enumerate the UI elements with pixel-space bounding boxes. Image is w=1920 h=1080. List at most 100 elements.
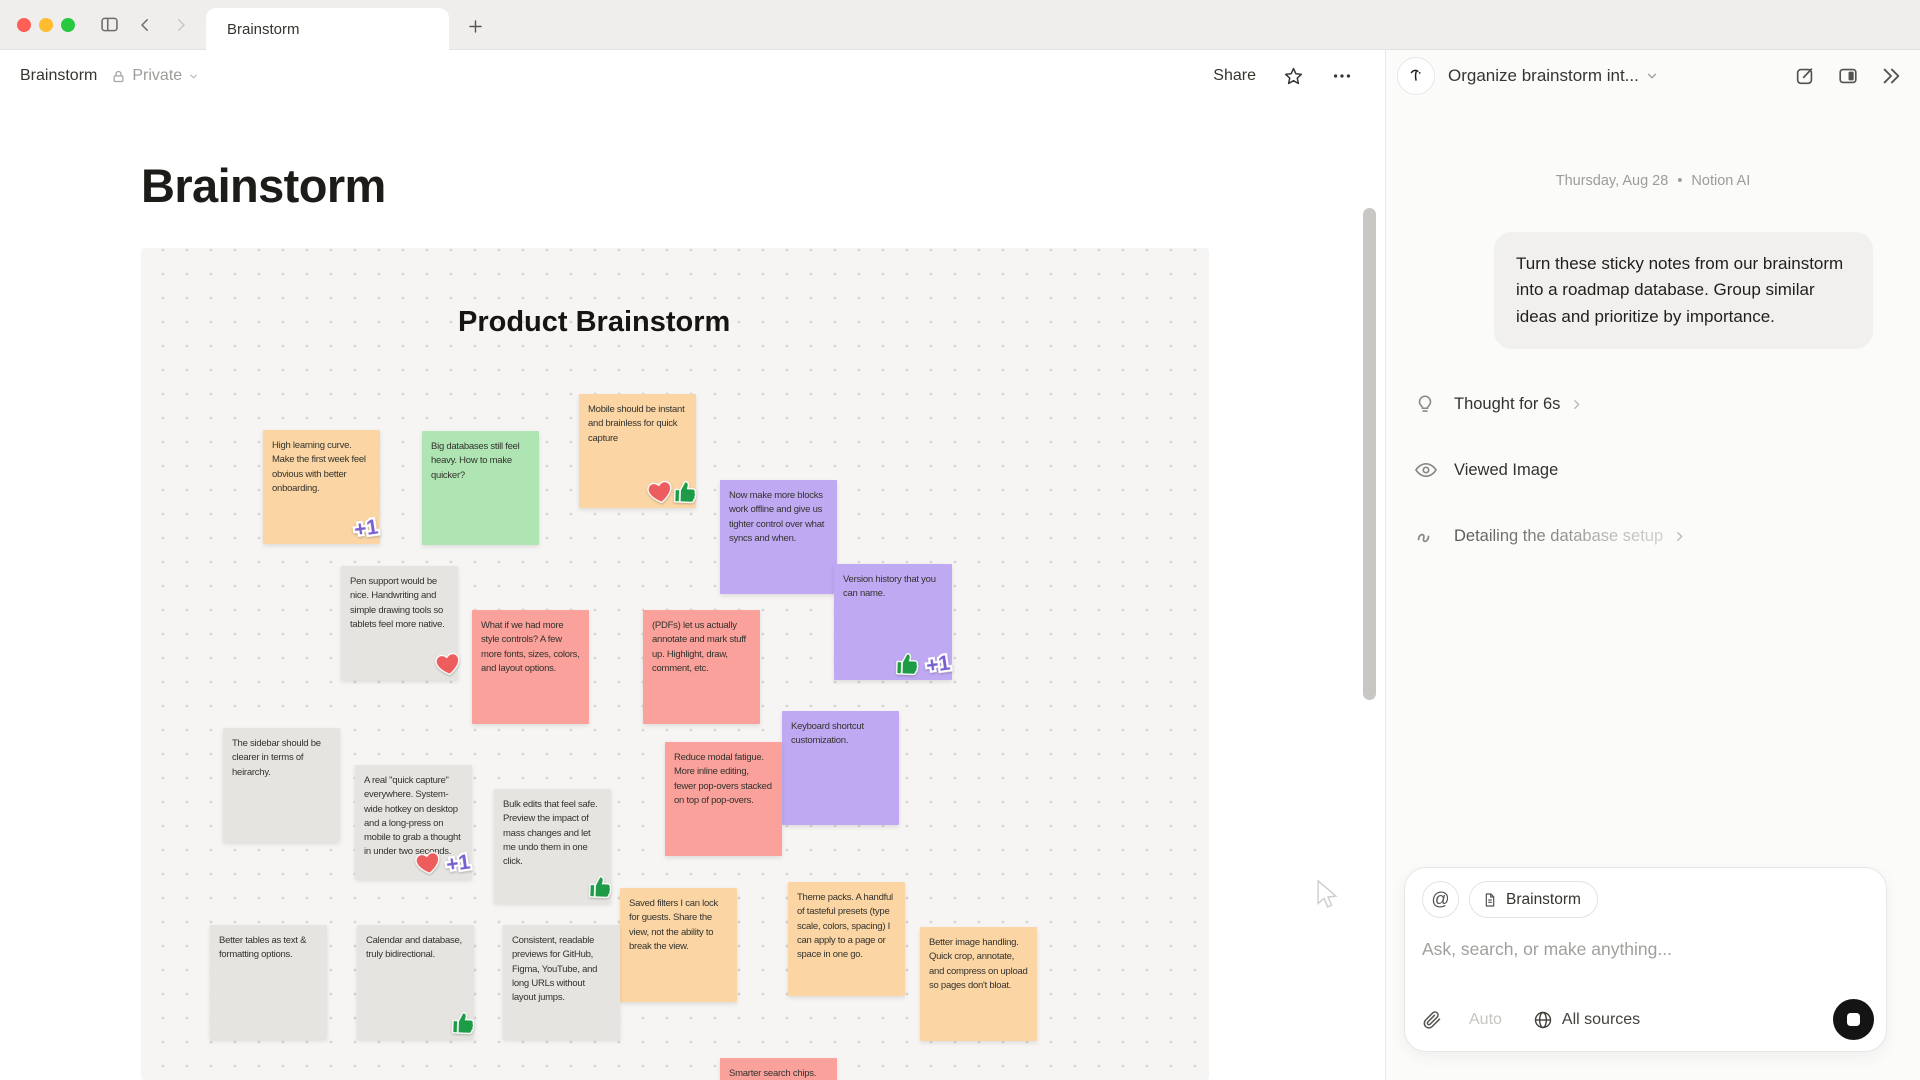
plus-one-sticker-icon: +1	[918, 647, 958, 680]
sticky-note-text: Calendar and database, truly bidirection…	[366, 934, 465, 963]
new-tab-button[interactable]	[459, 12, 491, 40]
ai-panel-header: Organize brainstorm int...	[1386, 50, 1920, 102]
sticky-note-text: What if we had more style controls? A fe…	[481, 619, 580, 676]
ai-activity-label: Viewed Image	[1454, 461, 1558, 480]
share-button[interactable]: Share	[1213, 67, 1256, 85]
favorite-star-icon[interactable]	[1283, 66, 1304, 87]
sticky-note[interactable]: Keyboard shortcut customization.	[782, 711, 899, 825]
privacy-control[interactable]: Private	[111, 67, 199, 85]
notion-ai-panel: Organize brainstorm int... Thursday, Aug…	[1385, 50, 1920, 1080]
ai-activity-row[interactable]: Detailing the database setup	[1386, 518, 1920, 554]
mention-chip[interactable]: @	[1422, 881, 1459, 918]
sticker-row: +1	[350, 513, 384, 541]
thumbs-up-sticker-icon	[670, 476, 701, 505]
sticky-note-text: Better tables as text & formatting optio…	[219, 934, 318, 963]
attachment-paperclip-icon[interactable]	[1422, 1010, 1442, 1030]
sticky-note[interactable]: Version history that you can name.+1	[834, 564, 952, 680]
sticky-note[interactable]: What if we had more style controls? A fe…	[472, 610, 589, 724]
auto-mode-label[interactable]: Auto	[1469, 1011, 1502, 1029]
ai-activity-label: Detailing the database setup	[1454, 527, 1663, 546]
sticky-note-text: Theme packs. A handful of tasteful prese…	[797, 891, 896, 962]
sticky-note-text: Now make more blocks work offline and gi…	[729, 489, 828, 546]
context-chip-label: Brainstorm	[1506, 891, 1581, 909]
plus-one-sticker-icon: +1	[346, 511, 386, 544]
whiteboard-title: Product Brainstorm	[458, 306, 730, 339]
sticker-row	[434, 651, 462, 677]
lock-icon	[111, 69, 126, 84]
sticky-note[interactable]: Mobile should be instant and brainless f…	[579, 394, 696, 508]
sticky-note-text: Mobile should be instant and brainless f…	[588, 403, 687, 446]
back-icon[interactable]	[127, 9, 163, 41]
date-label: Thursday, Aug 28	[1556, 173, 1669, 189]
sticky-note[interactable]: Pen support would be nice. Handwriting a…	[341, 566, 458, 680]
collapse-panel-chevrons-icon[interactable]	[1880, 65, 1902, 87]
ai-activity-row[interactable]: Thought for 6s	[1386, 386, 1920, 422]
tab-label: Brainstorm	[227, 21, 300, 38]
all-sources-selector[interactable]: All sources	[1533, 1010, 1640, 1030]
svg-text:+1: +1	[445, 850, 472, 876]
sticky-note[interactable]: High learning curve. Make the first week…	[263, 430, 380, 544]
close-window-button[interactable]	[17, 18, 31, 32]
chevron-down-icon[interactable]	[1645, 69, 1659, 83]
sticky-note-text: Bulk edits that feel safe. Preview the i…	[503, 798, 602, 869]
context-chip-brainstorm[interactable]: Brainstorm	[1469, 881, 1598, 918]
sticky-note[interactable]: Saved filters I can lock for guests. Sha…	[620, 888, 737, 1002]
svg-text:+1: +1	[353, 515, 380, 541]
page-header: Brainstorm Private Share	[0, 50, 1385, 102]
composer-input[interactable]: Ask, search, or make anything...	[1422, 939, 1874, 960]
forward-icon	[163, 9, 199, 41]
sticky-note-text: Better image handling. Quick crop, annot…	[929, 936, 1028, 993]
minimize-window-button[interactable]	[39, 18, 53, 32]
more-options-icon[interactable]	[1331, 65, 1353, 87]
chevron-down-icon	[188, 71, 199, 82]
sticky-note-text: Reduce modal fatigue. More inline editin…	[674, 751, 773, 808]
chevron-right-icon	[1673, 530, 1686, 543]
sticky-note[interactable]: Smarter search chips.	[720, 1058, 837, 1080]
sticky-note[interactable]: Reduce modal fatigue. More inline editin…	[665, 742, 782, 856]
sticky-note[interactable]: Bulk edits that feel safe. Preview the i…	[494, 789, 611, 903]
sidebar-toggle-icon[interactable]	[91, 9, 127, 41]
user-message-bubble: Turn these sticky notes from our brainst…	[1494, 232, 1873, 349]
conversation-date-line: Thursday, Aug 28 • Notion AI	[1386, 173, 1920, 189]
heart-sticker-icon	[432, 649, 464, 679]
eye-icon	[1414, 458, 1438, 482]
sticky-note[interactable]: Now make more blocks work offline and gi…	[720, 480, 837, 594]
sticker-row: +1	[414, 848, 476, 876]
zoom-window-button[interactable]	[61, 18, 75, 32]
sticky-note-text: Saved filters I can lock for guests. Sha…	[629, 897, 728, 954]
sticky-note[interactable]: Big databases still feel heavy. How to m…	[422, 431, 539, 545]
all-sources-label: All sources	[1562, 1011, 1640, 1029]
sticky-note-text: A real "quick capture" everywhere. Syste…	[364, 774, 463, 860]
sticker-row	[646, 477, 700, 505]
sticky-note[interactable]: (PDFs) let us actually annotate and mark…	[643, 610, 760, 724]
breadcrumb[interactable]: Brainstorm	[20, 67, 97, 85]
sticky-note-text: Big databases still feel heavy. How to m…	[431, 440, 530, 483]
sticky-note[interactable]: Consistent, readable previews for GitHub…	[503, 925, 620, 1039]
globe-icon	[1533, 1010, 1553, 1030]
traffic-lights	[0, 18, 91, 32]
panel-toggle-icon[interactable]	[1837, 65, 1859, 87]
tab-brainstorm[interactable]: Brainstorm	[206, 8, 449, 51]
vertical-scrollbar[interactable]	[1363, 208, 1376, 700]
document-icon	[1482, 892, 1498, 908]
sticky-note[interactable]: Better image handling. Quick crop, annot…	[920, 927, 1037, 1041]
thread-title[interactable]: Organize brainstorm int...	[1448, 66, 1639, 86]
sticky-note-text: High learning curve. Make the first week…	[272, 439, 371, 496]
sticky-note-text: (PDFs) let us actually annotate and mark…	[652, 619, 751, 676]
chevron-right-icon	[1570, 398, 1583, 411]
thumbs-up-sticker-icon	[585, 871, 616, 900]
sticky-note[interactable]: The sidebar should be clearer in terms o…	[223, 728, 340, 842]
new-chat-compose-icon[interactable]	[1794, 65, 1816, 87]
window-tab-bar: Brainstorm	[0, 0, 1920, 50]
loop-icon	[1414, 524, 1438, 548]
sticky-note[interactable]: Theme packs. A handful of tasteful prese…	[788, 882, 905, 996]
stop-generation-button[interactable]	[1833, 999, 1874, 1040]
sticky-note[interactable]: Better tables as text & formatting optio…	[210, 925, 327, 1039]
sticker-row	[452, 1008, 478, 1036]
lightbulb-icon	[1414, 393, 1438, 415]
sticky-note[interactable]: A real "quick capture" everywhere. Syste…	[355, 765, 472, 879]
sticky-note[interactable]: Calendar and database, truly bidirection…	[357, 925, 474, 1039]
plus-one-sticker-icon: +1	[438, 846, 478, 879]
brainstorm-whiteboard[interactable]: Product Brainstorm High learning curve. …	[141, 248, 1209, 1080]
ai-activity-label: Thought for 6s	[1454, 395, 1560, 414]
